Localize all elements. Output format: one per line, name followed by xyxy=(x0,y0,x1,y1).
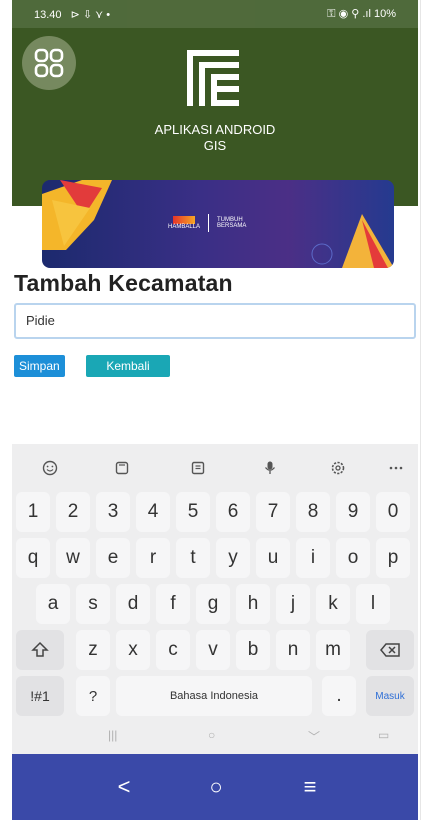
clipboard-icon[interactable] xyxy=(108,454,136,482)
status-right: ⚿ ◉ ⚲ .ıl 10% xyxy=(327,8,396,20)
question-key[interactable]: ? xyxy=(76,676,110,716)
key-s[interactable]: s xyxy=(76,584,110,624)
key-o[interactable]: o xyxy=(336,538,370,578)
bottom-row: !#1 ? Bahasa Indonesia . Masuk xyxy=(12,676,418,716)
dot-key[interactable]: . xyxy=(322,676,356,716)
kecamatan-input[interactable]: Pidie xyxy=(14,303,416,339)
app-name-line2: GIS xyxy=(203,138,227,153)
key-9[interactable]: 9 xyxy=(336,492,370,532)
back-button[interactable]: Kembali xyxy=(86,355,170,377)
enter-key[interactable]: Masuk xyxy=(366,676,414,716)
settings-icon[interactable] xyxy=(324,454,352,482)
menu-button[interactable] xyxy=(22,36,76,90)
phone-screen: 13.40 ⊳ ⇩ ⋎ • ⚿ ◉ ⚲ .ıl 10% APLIKASI AND… xyxy=(12,0,418,820)
key-k[interactable]: k xyxy=(316,584,350,624)
banner-text: HAMBALLA TUMBUH BERSAMA xyxy=(168,214,246,232)
keyboard-nav-hints: ||| ○ ﹀ ▭ xyxy=(12,728,418,748)
symbols-key[interactable]: !#1 xyxy=(16,676,64,716)
letter-row-3: z x c v b n m xyxy=(12,630,418,670)
keyboard-recents-icon: ||| xyxy=(108,728,118,742)
keyboard-toolbar xyxy=(12,454,418,482)
soft-keyboard: 1 2 3 4 5 6 7 8 9 0 q w e r t y u i o p … xyxy=(12,444,418,754)
key-f[interactable]: f xyxy=(156,584,190,624)
backspace-key[interactable] xyxy=(366,630,414,670)
promo-banner: HAMBALLA TUMBUH BERSAMA xyxy=(42,180,394,268)
backspace-icon xyxy=(380,643,400,657)
banner-left-text: HAMBALLA xyxy=(168,224,201,230)
more-icon[interactable] xyxy=(382,454,410,482)
key-x[interactable]: x xyxy=(116,630,150,670)
key-b[interactable]: b xyxy=(236,630,270,670)
key-w[interactable]: w xyxy=(56,538,90,578)
shift-key[interactable] xyxy=(16,630,64,670)
nav-home-button[interactable]: ○ xyxy=(196,774,236,800)
key-3[interactable]: 3 xyxy=(96,492,130,532)
banner-right-text: TUMBUH BERSAMA xyxy=(217,217,246,229)
page-title: Tambah Kecamatan xyxy=(14,270,233,296)
key-4[interactable]: 4 xyxy=(136,492,170,532)
key-e[interactable]: e xyxy=(96,538,130,578)
key-5[interactable]: 5 xyxy=(176,492,210,532)
key-n[interactable]: n xyxy=(276,630,310,670)
key-7[interactable]: 7 xyxy=(256,492,290,532)
text-mode-icon[interactable] xyxy=(184,454,212,482)
key-j[interactable]: j xyxy=(276,584,310,624)
key-y[interactable]: y xyxy=(216,538,250,578)
key-z[interactable]: z xyxy=(76,630,110,670)
number-row: 1 2 3 4 5 6 7 8 9 0 xyxy=(12,492,418,532)
mic-icon[interactable] xyxy=(256,454,284,482)
key-g[interactable]: g xyxy=(196,584,230,624)
smile-icon[interactable] xyxy=(36,454,64,482)
shift-icon xyxy=(31,641,49,657)
status-left-icons: ⊳ ⇩ ⋎ • xyxy=(70,8,111,21)
banner-tagline-2: BERSAMA xyxy=(217,223,247,229)
save-button[interactable]: Simpan xyxy=(14,355,65,377)
key-d[interactable]: d xyxy=(116,584,150,624)
keyboard-home-icon: ○ xyxy=(208,728,216,742)
banner-left-logo: HAMBALLA xyxy=(168,216,200,230)
key-p[interactable]: p xyxy=(376,538,410,578)
status-left: 13.40 ⊳ ⇩ ⋎ • xyxy=(34,8,110,21)
key-v[interactable]: v xyxy=(196,630,230,670)
space-key[interactable]: Bahasa Indonesia xyxy=(116,676,312,716)
letter-row-2: a s d f g h j k l xyxy=(12,584,418,624)
key-u[interactable]: u xyxy=(256,538,290,578)
key-r[interactable]: r xyxy=(136,538,170,578)
key-q[interactable]: q xyxy=(16,538,50,578)
app-name-line1: APLIKASI ANDROID xyxy=(154,122,276,137)
key-m[interactable]: m xyxy=(316,630,350,670)
key-6[interactable]: 6 xyxy=(216,492,250,532)
banner-divider xyxy=(208,214,210,232)
right-margin xyxy=(420,0,436,820)
key-a[interactable]: a xyxy=(36,584,70,624)
system-navbar: < ○ ≡ xyxy=(12,754,418,820)
key-c[interactable]: c xyxy=(156,630,190,670)
status-bar: 13.40 ⊳ ⇩ ⋎ • ⚿ ◉ ⚲ .ıl 10% xyxy=(12,0,418,28)
grid-icon xyxy=(34,48,64,78)
letter-row-1: q w e r t y u i o p xyxy=(12,538,418,578)
key-2[interactable]: 2 xyxy=(56,492,90,532)
nav-back-button[interactable]: < xyxy=(104,774,144,800)
key-t[interactable]: t xyxy=(176,538,210,578)
nav-recents-button[interactable]: ≡ xyxy=(290,774,330,800)
key-i[interactable]: i xyxy=(296,538,330,578)
key-8[interactable]: 8 xyxy=(296,492,330,532)
key-h[interactable]: h xyxy=(236,584,270,624)
key-l[interactable]: l xyxy=(356,584,390,624)
keyboard-hide-icon: ﹀ xyxy=(308,730,321,744)
app-logo xyxy=(187,50,239,106)
key-0[interactable]: 0 xyxy=(376,492,410,532)
status-time: 13.40 xyxy=(34,8,62,21)
keyboard-switch-icon: ▭ xyxy=(378,728,390,742)
key-1[interactable]: 1 xyxy=(16,492,50,532)
